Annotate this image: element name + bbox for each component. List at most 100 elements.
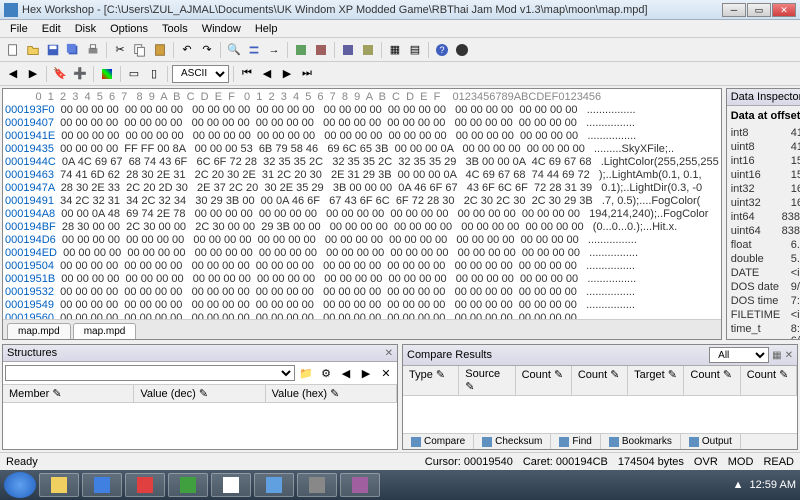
- first-icon[interactable]: ⏮: [238, 65, 256, 83]
- open-file-icon[interactable]: [24, 41, 42, 59]
- close-button[interactable]: ✕: [772, 3, 796, 17]
- new-file-icon[interactable]: [4, 41, 22, 59]
- inspector-row[interactable]: DATE<invalid>: [731, 266, 800, 280]
- result-tab-compare[interactable]: Compare: [403, 434, 474, 449]
- taskbar-item[interactable]: [297, 473, 337, 497]
- minimize-button[interactable]: ─: [722, 3, 746, 17]
- print-icon[interactable]: [84, 41, 102, 59]
- struct-open-icon[interactable]: 📁: [297, 364, 315, 382]
- compare-close-icon[interactable]: ✕: [785, 350, 793, 361]
- hex-row[interactable]: 00019532 00 00 00 00 00 00 00 00 00 00 0…: [5, 286, 719, 299]
- document-tab[interactable]: map.mpd: [7, 323, 71, 339]
- tray-icon[interactable]: ▲: [733, 479, 744, 491]
- menu-window[interactable]: Window: [196, 21, 247, 37]
- hex-view[interactable]: 0 1 2 3 4 5 6 7 8 9 A B C D E F 0 1 2 3 …: [3, 89, 721, 319]
- copy-icon[interactable]: [131, 41, 149, 59]
- inspector-row[interactable]: float6.8000298e-033: [731, 238, 800, 252]
- column-header[interactable]: Value (hex) ✎: [266, 385, 397, 402]
- result-tab-output[interactable]: Output: [681, 434, 741, 449]
- column-header[interactable]: Source ✎: [459, 366, 515, 395]
- column-header[interactable]: Target ✎: [628, 366, 684, 395]
- view-icon-2[interactable]: ▯: [145, 65, 163, 83]
- color-icon[interactable]: [98, 65, 116, 83]
- system-tray[interactable]: ▲ 12:59 AM: [733, 479, 796, 491]
- maximize-button[interactable]: ▭: [747, 3, 771, 17]
- hex-row[interactable]: 0001947A 28 30 2E 33 2C 20 2D 30 2E 37 2…: [5, 182, 719, 195]
- inspector-row[interactable]: uint841: [731, 140, 800, 154]
- last-icon[interactable]: ⏭: [298, 65, 316, 83]
- inspector-row[interactable]: int32168639273: [731, 182, 800, 196]
- start-button[interactable]: [4, 472, 36, 498]
- hex-row[interactable]: 00019407 00 00 00 00 00 00 00 00 00 00 0…: [5, 117, 719, 130]
- taskbar-item[interactable]: [340, 473, 380, 497]
- hex-row[interactable]: 0001944C 0A 4C 69 67 68 74 43 6F 6C 6F 7…: [5, 156, 719, 169]
- inspector-row[interactable]: time_t8:14:33 PM 6/5/1975: [731, 322, 800, 339]
- hex-row[interactable]: 00019504 00 00 00 00 00 00 00 00 00 00 0…: [5, 260, 719, 273]
- taskbar-item[interactable]: [125, 473, 165, 497]
- hex-row[interactable]: 0001951B 00 00 00 00 00 00 00 00 00 00 0…: [5, 273, 719, 286]
- struct-del-icon[interactable]: ✕: [377, 364, 395, 382]
- menu-help[interactable]: Help: [249, 21, 284, 37]
- inspector-row[interactable]: int1615145: [731, 154, 800, 168]
- tool-icon-4[interactable]: [359, 41, 377, 59]
- hex-row[interactable]: 000194BF 28 30 00 00 2C 30 00 00 2C 30 0…: [5, 221, 719, 234]
- help-icon[interactable]: ?: [433, 41, 451, 59]
- tool-icon-3[interactable]: [339, 41, 357, 59]
- next-icon[interactable]: ▶: [278, 65, 296, 83]
- hex-row[interactable]: 000194D6 00 00 00 00 00 00 00 00 00 00 0…: [5, 234, 719, 247]
- undo-icon[interactable]: ↶: [178, 41, 196, 59]
- inspector-row[interactable]: DOS date9/9/2009: [731, 280, 800, 294]
- tool-icon-1[interactable]: [292, 41, 310, 59]
- struct-tool-icon[interactable]: ⚙: [317, 364, 335, 382]
- hex-row[interactable]: 00019560 00 00 00 00 00 00 00 00 00 00 0…: [5, 312, 719, 319]
- replace-icon[interactable]: [245, 41, 263, 59]
- structure-select[interactable]: [5, 365, 295, 381]
- view-icon-1[interactable]: ▭: [125, 65, 143, 83]
- cut-icon[interactable]: ✂: [111, 41, 129, 59]
- column-header[interactable]: Count ✎: [741, 366, 797, 395]
- encoding-dropdown[interactable]: ASCII: [172, 65, 229, 83]
- find-icon[interactable]: 🔍: [225, 41, 243, 59]
- menu-disk[interactable]: Disk: [69, 21, 102, 37]
- goto-icon[interactable]: →: [265, 41, 283, 59]
- nav-icon-1[interactable]: ◀: [4, 65, 22, 83]
- column-header[interactable]: Count ✎: [684, 366, 740, 395]
- column-header[interactable]: Member ✎: [3, 385, 134, 402]
- inspector-row[interactable]: int648388319495960098...: [731, 210, 800, 224]
- struct-nav2-icon[interactable]: ▶: [357, 364, 375, 382]
- result-tab-checksum[interactable]: Checksum: [474, 434, 551, 449]
- result-tab-find[interactable]: Find: [551, 434, 600, 449]
- hex-row[interactable]: 0001941E 00 00 00 00 00 00 00 00 00 00 0…: [5, 130, 719, 143]
- bookmark-add-icon[interactable]: ➕: [71, 65, 89, 83]
- structures-close-icon[interactable]: ✕: [385, 348, 393, 359]
- hex-row[interactable]: 00019435 00 00 00 00 FF FF 00 8A 00 00 0…: [5, 143, 719, 156]
- tool-icon-6[interactable]: ▤: [406, 41, 424, 59]
- result-tab-bookmarks[interactable]: Bookmarks: [601, 434, 681, 449]
- bookmark-icon[interactable]: 🔖: [51, 65, 69, 83]
- about-icon[interactable]: [453, 41, 471, 59]
- nav-icon-2[interactable]: ▶: [24, 65, 42, 83]
- taskbar-item[interactable]: [254, 473, 294, 497]
- menu-tools[interactable]: Tools: [156, 21, 194, 37]
- hex-row[interactable]: 000193F0 00 00 00 00 00 00 00 00 00 00 0…: [5, 104, 719, 117]
- inspector-row[interactable]: int841: [731, 126, 800, 140]
- save-all-icon[interactable]: [64, 41, 82, 59]
- inspector-row[interactable]: DOS time7:25:18 AM: [731, 294, 800, 308]
- inspector-row[interactable]: uint648388319495960098...: [731, 224, 800, 238]
- document-tab[interactable]: map.mpd: [73, 323, 137, 339]
- compare-filter[interactable]: All: [709, 347, 769, 363]
- hex-row[interactable]: 00019463 74 41 6D 62 28 30 2E 31 2C 20 3…: [5, 169, 719, 182]
- hex-row[interactable]: 00019549 00 00 00 00 00 00 00 00 00 00 0…: [5, 299, 719, 312]
- column-header[interactable]: Count ✎: [516, 366, 572, 395]
- column-header[interactable]: Value (dec) ✎: [134, 385, 265, 402]
- tool-icon-5[interactable]: ▦: [386, 41, 404, 59]
- inspector-row[interactable]: FILETIME<invalid>: [731, 308, 800, 322]
- column-header[interactable]: Count ✎: [572, 366, 628, 395]
- compare-opt-icon[interactable]: ▦: [772, 350, 781, 361]
- taskbar-item[interactable]: [82, 473, 122, 497]
- inspector-row[interactable]: uint1615145: [731, 168, 800, 182]
- redo-icon[interactable]: ↷: [198, 41, 216, 59]
- taskbar-item[interactable]: [39, 473, 79, 497]
- compare-body[interactable]: [403, 396, 797, 433]
- taskbar-item[interactable]: [211, 473, 251, 497]
